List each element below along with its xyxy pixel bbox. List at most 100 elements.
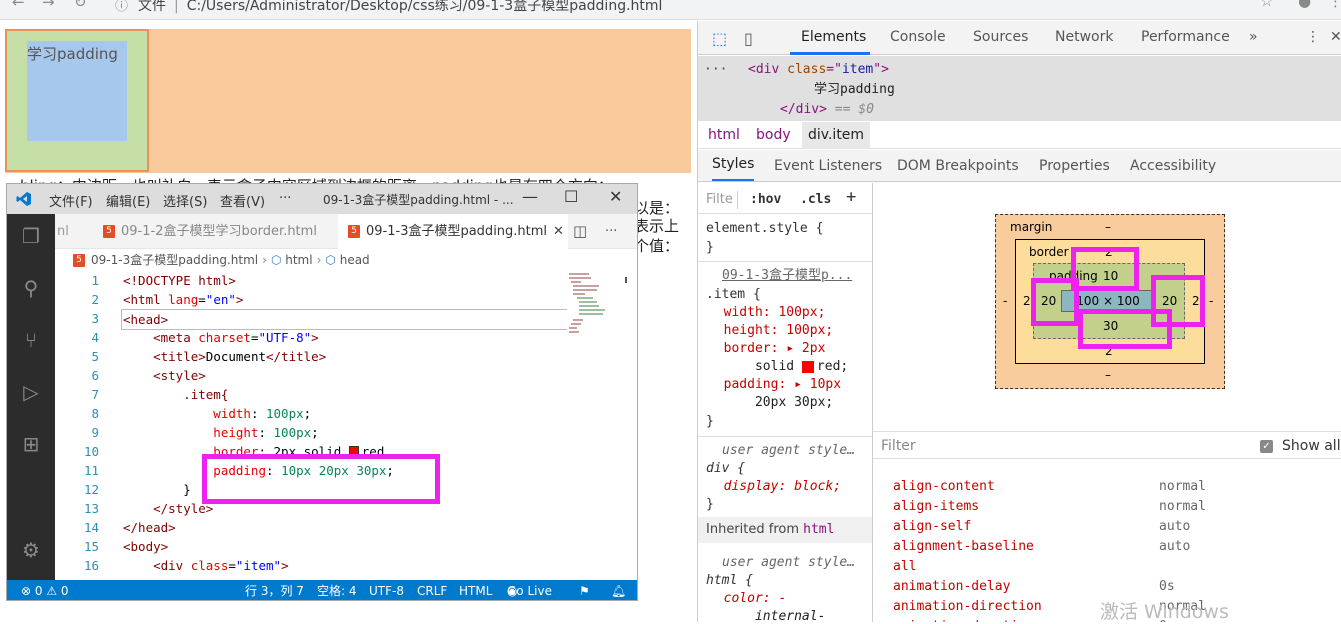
computed-prop-name[interactable]: animation-delay <box>893 579 1010 594</box>
device-toggle-icon[interactable]: ▯ <box>744 29 753 48</box>
cursor-position[interactable]: 行 3，列 7 <box>245 580 304 600</box>
tab-dom-breakpoints[interactable]: DOM Breakpoints <box>897 150 1019 182</box>
tab-network[interactable]: Network <box>1055 29 1113 45</box>
back-icon[interactable]: ← <box>12 0 25 11</box>
tab-performance[interactable]: Performance <box>1141 29 1230 45</box>
feedback-icon[interactable]: ⚑ <box>579 580 590 600</box>
tab-properties[interactable]: Properties <box>1039 150 1110 182</box>
show-all-checkbox[interactable]: ✓ <box>1260 440 1273 453</box>
source-control-icon[interactable]: ⑂ <box>19 328 43 352</box>
width-declaration[interactable]: width: 100px; <box>708 304 826 322</box>
margin-left-value[interactable]: - <box>1003 294 1007 308</box>
encoding[interactable]: UTF-8 <box>369 580 404 600</box>
color-swatch[interactable] <box>801 360 814 373</box>
devtools-menu-icon[interactable]: ⋮ <box>1306 29 1320 45</box>
tab-elements[interactable]: Elements <box>801 29 866 45</box>
menu-file[interactable]: 文件(F) <box>49 191 93 210</box>
star-icon[interactable]: ☆ <box>1260 0 1273 10</box>
dom-token: <div <box>748 62 788 77</box>
tab-console[interactable]: Console <box>890 29 946 45</box>
breadcrumb-head[interactable]: head <box>340 253 370 267</box>
menu-icon[interactable]: ⋮ <box>1328 0 1341 10</box>
styles-filter-input[interactable]: Filte <box>706 191 738 209</box>
border-left-value[interactable]: 2 <box>1023 294 1031 308</box>
menu-edit[interactable]: 编辑(E) <box>106 191 150 210</box>
dom-ellipsis[interactable]: ··· <box>704 60 727 80</box>
line-number: 12 <box>83 482 99 497</box>
extensions-icon[interactable]: ⊞ <box>19 432 43 456</box>
language-mode[interactable]: HTML <box>459 580 492 600</box>
problems-indicator[interactable]: ⊗ 0 ⚠ 0 <box>21 580 69 600</box>
code-token: <head> <box>123 312 169 327</box>
dom-tree[interactable]: ··· <div class="item"> 学习padding </div> … <box>698 56 1341 121</box>
tab-accessibility[interactable]: Accessibility <box>1130 150 1216 182</box>
tab-event-listeners[interactable]: Event Listeners <box>774 150 882 182</box>
minimize-icon[interactable]: — <box>522 187 538 206</box>
line-ending[interactable]: CRLF <box>417 580 447 600</box>
margin-bottom-value[interactable]: – <box>1105 368 1111 382</box>
hov-toggle[interactable]: :hov <box>750 191 781 209</box>
html-selector: html { <box>706 573 753 588</box>
tab-styles[interactable]: Styles <box>712 150 755 181</box>
menu-selection[interactable]: 选择(S) <box>163 191 207 210</box>
item-selector[interactable]: .item { <box>706 286 761 304</box>
notifications-icon[interactable]: 🔔︎ <box>611 580 626 600</box>
margin-top-value[interactable]: – <box>1105 220 1111 234</box>
settings-gear-icon[interactable]: ⚙ <box>19 538 43 562</box>
rule-source-link[interactable]: 09-1-3盒子模型p... <box>722 267 852 285</box>
devtools-close-icon[interactable]: ✕ <box>1330 29 1341 45</box>
inherited-element[interactable]: html <box>803 522 834 537</box>
minimap[interactable] <box>567 271 627 341</box>
cls-toggle[interactable]: .cls <box>800 191 831 209</box>
computed-prop-name[interactable]: alignment-baseline <box>893 539 1034 554</box>
code-editor[interactable]: 1 2 3 4 5 6 7 8 9 10 11 12 13 14 15 16 <… <box>55 271 637 580</box>
padding-declaration[interactable]: padding: ▸ 10px <box>708 376 841 394</box>
inspect-icon[interactable]: ⬚ <box>712 29 727 48</box>
profile-icon[interactable]: ● <box>1298 0 1311 10</box>
search-icon[interactable]: ⚲ <box>19 276 43 300</box>
reload-icon[interactable]: ↻ <box>74 0 87 11</box>
border-declaration[interactable]: border: ▸ 2px <box>708 340 826 358</box>
tab-border-file[interactable]: 5 09-1-2盒子模型学习border.html <box>93 214 321 249</box>
more-actions-icon[interactable]: ··· <box>605 214 617 249</box>
tab-hidden[interactable]: nl <box>55 214 83 249</box>
address-bar[interactable]: 文件 | C:/Users/Administrator/Desktop/css练习/… <box>138 0 662 15</box>
dom-node-close[interactable]: </div> == $0 <box>780 100 874 120</box>
computed-prop-name[interactable]: align-self <box>893 519 971 534</box>
info-icon[interactable]: ⓘ <box>115 0 128 14</box>
dom-node-div[interactable]: <div class="item"> <box>748 60 889 80</box>
forward-icon[interactable]: → <box>42 0 55 11</box>
computed-filter-input[interactable]: Filter <box>881 432 916 460</box>
maximize-icon[interactable]: ☐ <box>564 187 578 206</box>
padding-top-highlight <box>1071 247 1139 291</box>
crumb-html[interactable]: html <box>708 122 740 149</box>
computed-prop-name[interactable]: all <box>893 559 916 574</box>
height-declaration[interactable]: height: 100px; <box>708 322 834 340</box>
close-icon[interactable]: ✕ <box>609 187 622 206</box>
computed-prop-name[interactable]: animation-direction <box>893 599 1042 614</box>
breadcrumb-file[interactable]: 09-1-3盒子模型padding.html <box>91 253 258 267</box>
dom-text-node[interactable]: 学习padding <box>814 80 895 100</box>
paragraph-fragment: 表示上 <box>634 217 680 235</box>
run-debug-icon[interactable]: ▷ <box>19 380 43 404</box>
menu-view[interactable]: 查看(V) <box>220 191 265 210</box>
crumb-div-item[interactable]: div.item <box>802 122 871 149</box>
margin-label: margin <box>1010 220 1053 234</box>
more-tabs-icon[interactable]: » <box>1249 29 1258 45</box>
computed-prop-name[interactable]: align-items <box>893 499 979 514</box>
line-number: 10 <box>83 444 99 459</box>
margin-right-value[interactable]: - <box>1209 294 1213 308</box>
explorer-icon[interactable]: ❐ <box>19 224 43 248</box>
split-editor-icon[interactable]: ◫ <box>573 214 587 249</box>
menu-more[interactable]: ··· <box>279 191 291 206</box>
element-style-selector[interactable]: element.style { <box>706 220 823 238</box>
tab-padding-file[interactable]: 5 09-1-3盒子模型padding.html ✕ <box>338 214 568 249</box>
tab-sources[interactable]: Sources <box>973 29 1028 45</box>
new-rule-button[interactable]: + <box>846 188 856 206</box>
indent-spaces[interactable]: 空格: 4 <box>317 580 357 600</box>
computed-prop-name[interactable]: align-content <box>893 479 995 494</box>
tab-close-icon[interactable]: ✕ <box>553 224 564 239</box>
breadcrumb-html[interactable]: html <box>285 253 312 267</box>
crumb-body[interactable]: body <box>756 122 791 149</box>
border-value: solid red; <box>708 358 848 376</box>
